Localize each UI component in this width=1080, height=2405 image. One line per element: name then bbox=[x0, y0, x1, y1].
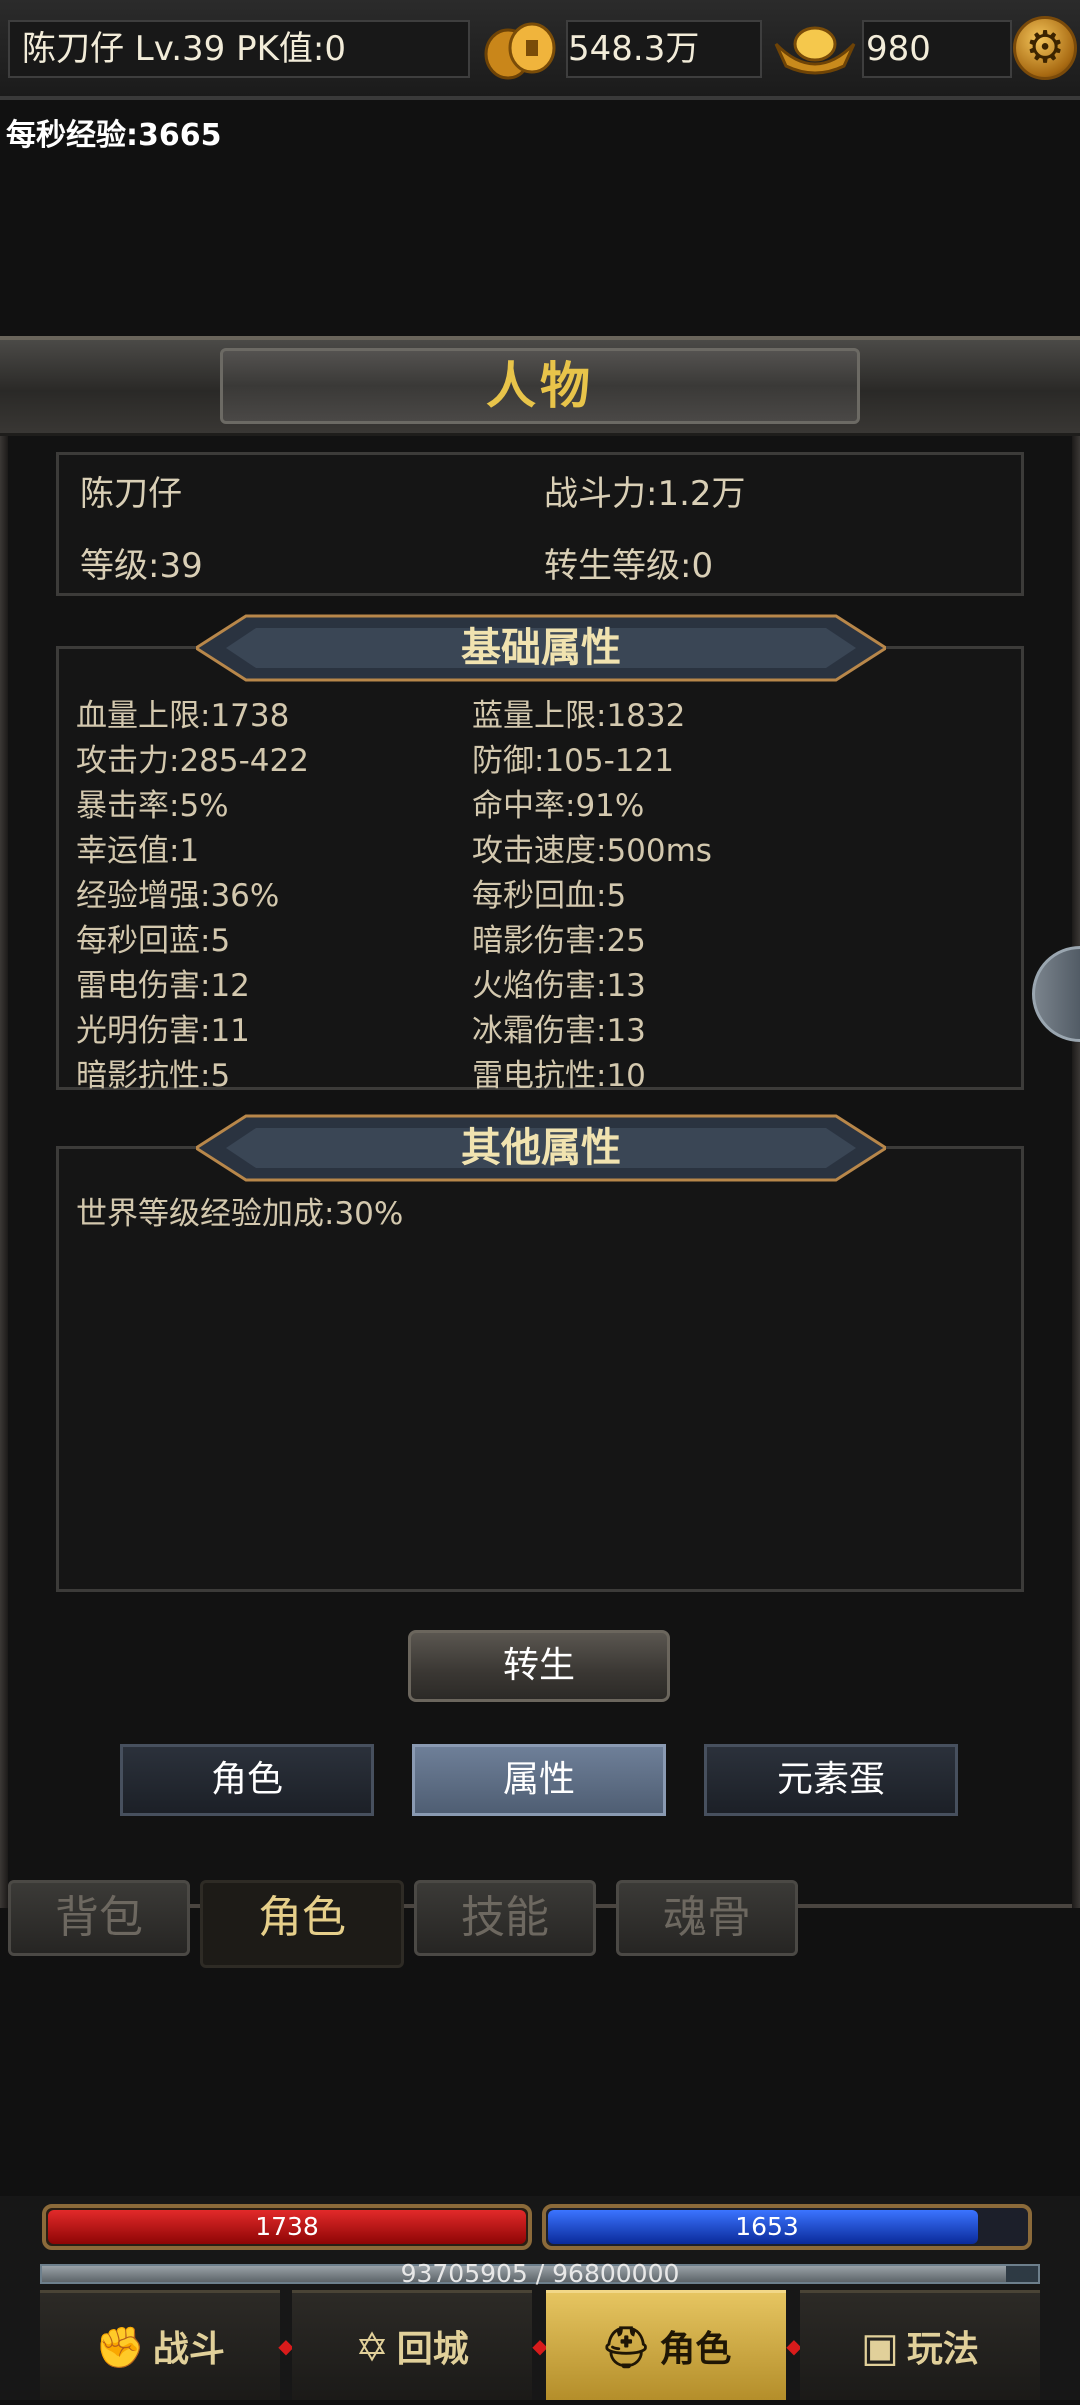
rebirth-level: 转生等级:0 bbox=[544, 546, 714, 586]
nav-battle-button[interactable]: ✊ 战斗 bbox=[40, 2290, 280, 2400]
attr-hp-regen: 每秒回血:5 bbox=[472, 878, 627, 914]
subtab-character[interactable]: 角色 bbox=[120, 1744, 374, 1816]
helmet-icon: ⛑ bbox=[600, 2325, 652, 2371]
tab-soul-bone[interactable]: 魂骨 bbox=[616, 1880, 798, 1956]
character-level: 等级:39 bbox=[80, 546, 203, 586]
nav-character-label: 角色 bbox=[659, 2329, 732, 2370]
hp-value: 1738 bbox=[255, 2212, 319, 2241]
portal-icon: ✡ bbox=[355, 2325, 389, 2371]
attr-shadow-resist: 暗影抗性:5 bbox=[76, 1058, 231, 1094]
attr-mp-max: 蓝量上限:1832 bbox=[472, 698, 686, 734]
attr-thunder-damage: 雷电伤害:12 bbox=[76, 968, 250, 1004]
attr-world-level-exp-bonus: 世界等级经验加成:30% bbox=[76, 1196, 404, 1232]
attr-attack-speed: 攻击速度:500ms bbox=[472, 833, 712, 869]
nav-battle-label: 战斗 bbox=[152, 2329, 225, 2370]
gold-ingot-icon bbox=[774, 26, 856, 75]
subtab-attributes[interactable]: 属性 bbox=[412, 1744, 666, 1816]
attr-mp-regen: 每秒回蓝:5 bbox=[76, 923, 231, 959]
rebirth-button[interactable]: 转生 bbox=[408, 1630, 670, 1702]
nav-return-town-button[interactable]: ✡ 回城 bbox=[292, 2290, 532, 2400]
attr-thunder-resist: 雷电抗性:10 bbox=[472, 1058, 646, 1094]
ingot-amount: 980 bbox=[866, 29, 931, 69]
gold-amount: 548.3万 bbox=[568, 29, 700, 69]
panel-frame-left bbox=[0, 336, 8, 1908]
nav-gameplay-label: 玩法 bbox=[906, 2329, 979, 2370]
gear-icon: ⚙ bbox=[1025, 22, 1065, 73]
attr-defense: 防御:105-121 bbox=[472, 743, 674, 779]
gold-coin-icon bbox=[484, 22, 556, 80]
tab-bag[interactable]: 背包 bbox=[8, 1880, 190, 1956]
attr-fire-damage: 火焰伤害:13 bbox=[472, 968, 646, 1004]
attr-attack: 攻击力:285-422 bbox=[76, 743, 309, 779]
basic-attributes-title: 基础属性 bbox=[461, 625, 621, 671]
nav-return-town-label: 回城 bbox=[396, 2329, 469, 2370]
other-attributes-title: 其他属性 bbox=[461, 1125, 621, 1171]
combat-power: 战斗力:1.2万 bbox=[544, 474, 746, 514]
attr-light-damage: 光明伤害:11 bbox=[76, 1013, 250, 1049]
subtab-element-egg[interactable]: 元素蛋 bbox=[704, 1744, 958, 1816]
attr-crit-rate: 暴击率:5% bbox=[76, 788, 229, 824]
panel-frame-right bbox=[1072, 336, 1080, 1908]
fist-icon: ✊ bbox=[95, 2325, 145, 2371]
attr-hit-rate: 命中率:91% bbox=[472, 788, 645, 824]
treasure-chest-icon: ▣ bbox=[861, 2325, 899, 2371]
tab-character[interactable]: 角色 bbox=[200, 1880, 404, 1968]
tab-skills[interactable]: 技能 bbox=[414, 1880, 596, 1956]
mp-value: 1653 bbox=[735, 2212, 799, 2241]
settings-button[interactable]: ⚙ bbox=[1013, 16, 1077, 80]
player-info: 陈刀仔 Lv.39 PK值:0 bbox=[22, 29, 346, 69]
attr-hp-max: 血量上限:1738 bbox=[76, 698, 290, 734]
nav-character-button[interactable]: ⛑ 角色 bbox=[546, 2290, 786, 2400]
attr-exp-boost: 经验增强:36% bbox=[76, 878, 280, 914]
character-name: 陈刀仔 bbox=[80, 474, 182, 514]
attr-luck: 幸运值:1 bbox=[76, 833, 200, 869]
nav-gameplay-button[interactable]: ▣ 玩法 bbox=[800, 2290, 1040, 2400]
attr-shadow-damage: 暗影伤害:25 bbox=[472, 923, 646, 959]
exp-value: 93705905 / 96800000 bbox=[400, 2259, 680, 2288]
attr-frost-damage: 冰霜伤害:13 bbox=[472, 1013, 646, 1049]
panel-title: 人物 bbox=[486, 357, 594, 415]
exp-per-second: 每秒经验:3665 bbox=[6, 118, 222, 153]
